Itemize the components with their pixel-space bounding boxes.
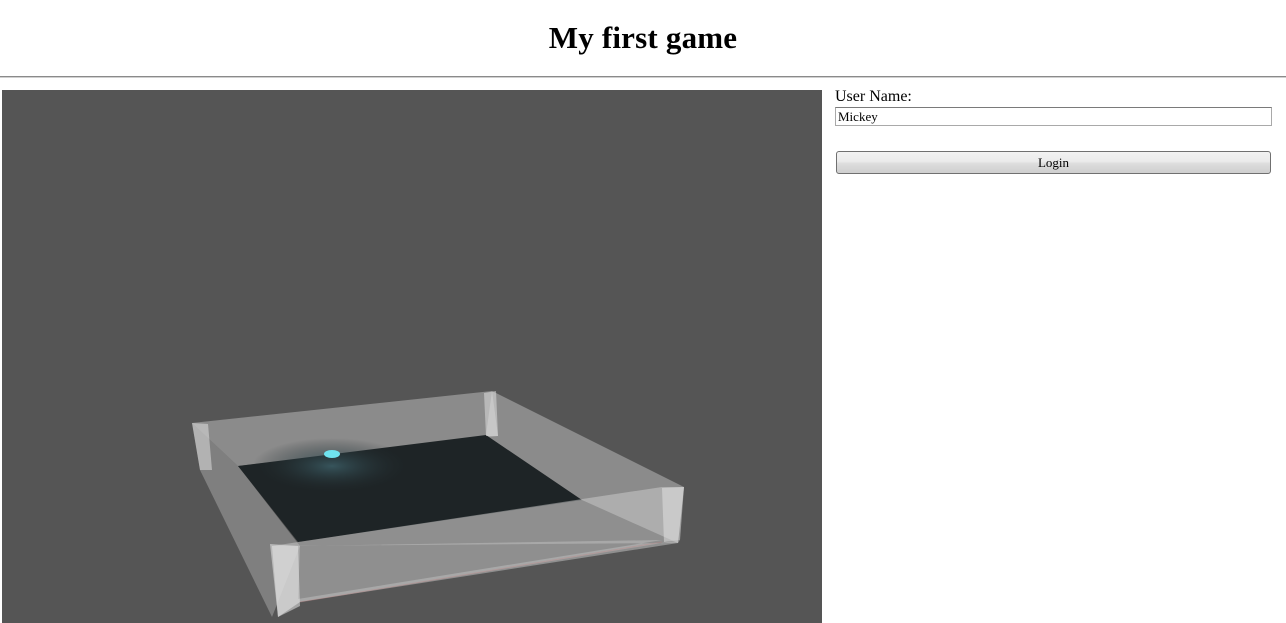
floor-glow (252, 438, 412, 494)
header-divider (0, 76, 1286, 78)
ball (324, 450, 340, 458)
game-canvas[interactable] (2, 90, 822, 623)
login-button[interactable]: Login (836, 151, 1271, 174)
user-name-input[interactable] (835, 107, 1272, 126)
page-header: My first game (0, 0, 1286, 76)
page-title: My first game (548, 20, 738, 55)
login-panel: User Name: Login (835, 88, 1278, 188)
game-scene (192, 391, 684, 617)
user-name-label: User Name: (835, 88, 912, 105)
corner-post-back-right (484, 391, 498, 436)
corner-post-front-right (662, 487, 684, 542)
